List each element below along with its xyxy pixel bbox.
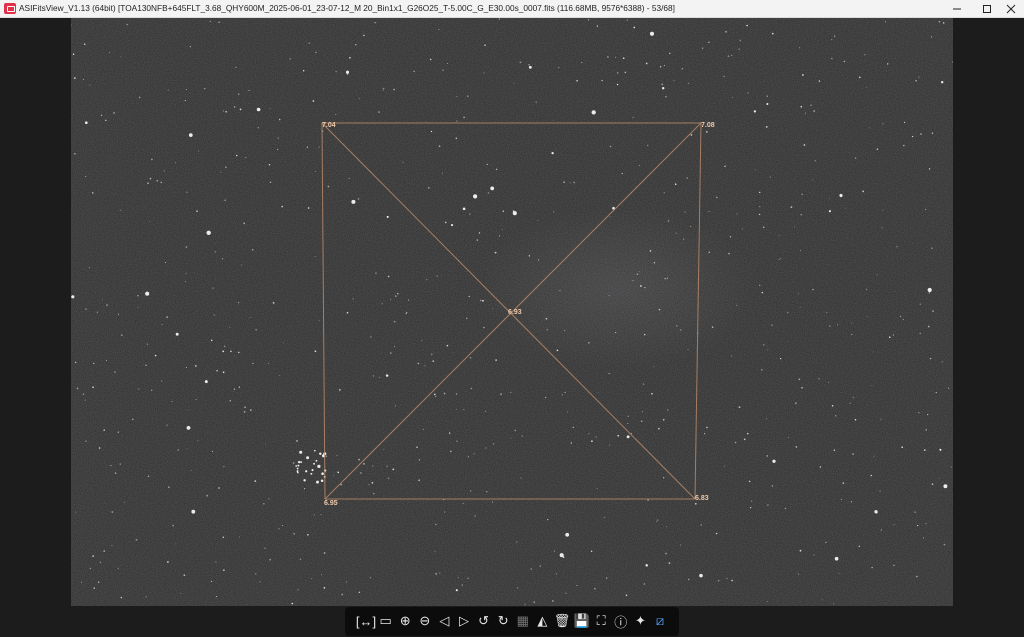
zoom-in-button[interactable]: ⊕ <box>396 611 414 631</box>
fullscreen-button[interactable]: ⛶ <box>592 611 610 631</box>
minimize-icon <box>953 8 961 9</box>
stretch-button[interactable]: ▦ <box>514 611 532 631</box>
close-button[interactable] <box>998 0 1024 17</box>
minimize-button[interactable] <box>942 0 972 17</box>
overlay-border-line <box>321 122 326 500</box>
stretch-icon: ▦ <box>516 613 529 628</box>
app-logo-icon <box>4 3 16 14</box>
previous-button[interactable]: ◁ <box>435 611 453 631</box>
rotate-left-icon: ↺ <box>478 613 490 628</box>
next-button[interactable]: ▷ <box>455 611 473 631</box>
tilt-analysis-icon: ⧄ <box>655 613 665 628</box>
zoom-out-icon: ⊖ <box>419 613 431 628</box>
tilt-analysis-button[interactable]: ⧄ <box>651 611 669 631</box>
zoom-in-icon: ⊕ <box>399 613 411 628</box>
fits-image[interactable]: 7.04 7.08 6.95 6.83 6.93 <box>71 18 953 606</box>
info-icon: ⓘ <box>614 614 628 630</box>
histogram-button[interactable]: ◭ <box>533 611 551 631</box>
histogram-icon: ◭ <box>537 613 548 628</box>
zoom-out-button[interactable]: ⊖ <box>416 611 434 631</box>
close-icon <box>1006 4 1016 13</box>
star-detect-button[interactable]: ✦ <box>631 611 649 631</box>
title-bar: ASIFitsView_V1.13 (64bit) [TOA130NFB+645… <box>0 0 1024 18</box>
next-icon: ▷ <box>459 613 469 628</box>
corner-value-top-left: 7.04 <box>322 122 336 129</box>
star-detect-icon: ✦ <box>634 613 646 628</box>
info-button[interactable]: ⓘ <box>612 611 630 631</box>
corner-value-bottom-right: 6.83 <box>695 495 709 502</box>
fit-window-icon: [↔] <box>355 613 377 629</box>
corner-value-bottom-left: 6.95 <box>324 500 338 507</box>
corner-value-top-right: 7.08 <box>701 122 715 129</box>
actual-size-button[interactable]: ▭ <box>377 611 395 631</box>
image-canvas[interactable]: 7.04 7.08 6.95 6.83 6.93 <box>0 18 1024 606</box>
center-value: 6.93 <box>508 309 522 316</box>
rotate-left-button[interactable]: ↺ <box>475 611 493 631</box>
fullscreen-icon: ⛶ <box>596 613 606 628</box>
window-title: ASIFitsView_V1.13 (64bit) [TOA130NFB+645… <box>19 3 675 13</box>
save-icon: 💾 <box>573 613 590 628</box>
bottom-toolbar: [↔] ▭ ⊕ ⊖ ◁ ▷ ↺ ↻ ▦ ◭ 🗑 💾 ⛶ ⓘ ✦ ⧄ <box>345 607 679 636</box>
delete-icon: 🗑 <box>553 613 571 628</box>
actual-size-icon: ▭ <box>379 613 392 628</box>
maximize-icon <box>983 4 991 13</box>
rotate-right-button[interactable]: ↻ <box>494 611 512 631</box>
delete-button[interactable]: 🗑 <box>553 611 571 631</box>
save-button[interactable]: 💾 <box>573 611 591 631</box>
overlay-border-line <box>694 122 702 500</box>
previous-icon: ◁ <box>439 613 450 628</box>
rotate-right-icon: ↻ <box>497 613 509 628</box>
fit-window-button[interactable]: [↔] <box>355 611 377 631</box>
